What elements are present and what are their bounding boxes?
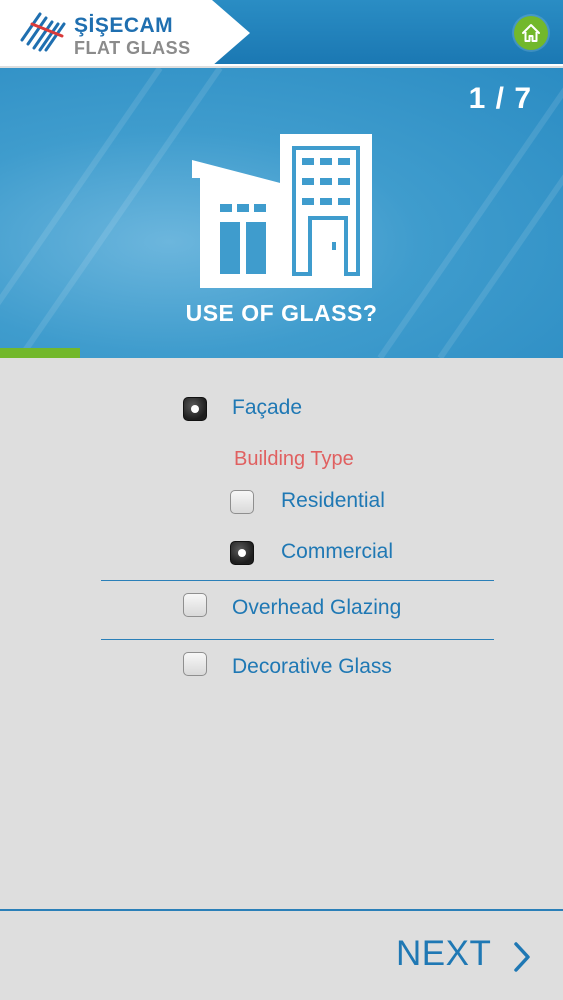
option-decorative-glass[interactable]: Decorative Glass bbox=[183, 651, 453, 685]
divider bbox=[101, 580, 494, 581]
brand-name: ŞİŞECAM bbox=[74, 14, 174, 37]
progress-fill bbox=[0, 348, 81, 358]
residential-radio[interactable] bbox=[230, 490, 254, 514]
home-icon bbox=[522, 24, 540, 42]
facade-label: Façade bbox=[232, 396, 303, 419]
option-overhead-glazing[interactable]: Overhead Glazing bbox=[183, 592, 453, 626]
decorative-glass-label: Decorative Glass bbox=[232, 655, 392, 678]
sisecam-logo-mark-icon bbox=[20, 12, 66, 52]
decorative-glass-radio[interactable] bbox=[183, 652, 207, 676]
residential-label: Residential bbox=[281, 489, 385, 512]
brand-subtitle: FLAT GLASS bbox=[74, 38, 191, 58]
option-residential[interactable]: Residential bbox=[230, 485, 430, 519]
next-button[interactable]: NEXT bbox=[396, 930, 546, 980]
next-label: NEXT bbox=[396, 934, 492, 973]
brand-logo: ŞİŞECAM FLAT GLASS bbox=[0, 0, 250, 66]
question-title: USE OF GLASS? bbox=[185, 300, 378, 326]
option-commercial[interactable]: Commercial bbox=[230, 536, 430, 570]
commercial-label: Commercial bbox=[281, 540, 394, 563]
progress-bar bbox=[0, 348, 563, 358]
divider bbox=[101, 639, 494, 640]
top-bar: ŞİŞECAM FLAT GLASS bbox=[0, 0, 563, 66]
overhead-glazing-label: Overhead Glazing bbox=[232, 596, 402, 619]
commercial-radio[interactable] bbox=[230, 541, 254, 565]
question-banner: 1 / 7 USE OF GLASS? bbox=[0, 68, 563, 358]
building-type-heading: Building Type bbox=[234, 448, 354, 470]
option-facade[interactable]: Façade bbox=[183, 392, 383, 426]
step-counter: 1 / 7 bbox=[468, 82, 532, 115]
home-button[interactable] bbox=[514, 16, 548, 50]
facade-radio[interactable] bbox=[183, 397, 207, 421]
building-icon bbox=[192, 134, 372, 288]
footer-divider bbox=[0, 909, 563, 911]
overhead-glazing-radio[interactable] bbox=[183, 593, 207, 617]
chevron-right-icon bbox=[514, 942, 530, 972]
